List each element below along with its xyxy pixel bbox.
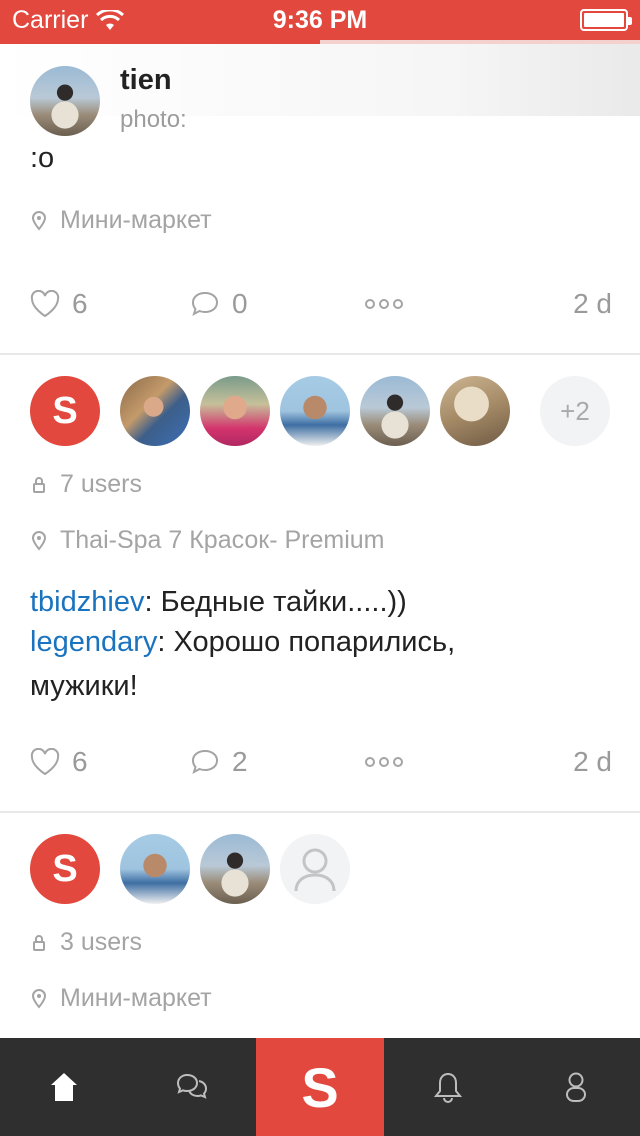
battery-fill — [584, 13, 624, 27]
post-users[interactable]: 7 users — [30, 470, 142, 499]
post-location[interactable]: Thai-Spa 7 Красок- Premium — [30, 526, 385, 555]
location-label: Thai-Spa 7 Красок- Premium — [60, 526, 385, 554]
comment-count: 2 — [232, 746, 248, 777]
lock-icon — [30, 476, 48, 494]
group-logo[interactable]: S — [30, 376, 100, 446]
avatar[interactable] — [200, 834, 270, 904]
chat-message: мужики! — [30, 664, 620, 708]
post-location[interactable]: Мини-маркет — [30, 984, 212, 1013]
chat-icon — [176, 1073, 208, 1099]
avatar[interactable] — [440, 376, 510, 446]
post-username[interactable]: tien — [120, 64, 172, 97]
avatar[interactable] — [200, 376, 270, 446]
avatar[interactable] — [120, 834, 190, 904]
avatar[interactable] — [360, 376, 430, 446]
message-author[interactable]: legendary — [30, 626, 157, 658]
comment-count: 0 — [232, 288, 248, 319]
tab-bar: S — [0, 1038, 640, 1136]
group-logo[interactable]: S — [30, 834, 100, 904]
divider — [0, 811, 640, 813]
user-placeholder-icon — [294, 848, 336, 892]
comment-icon — [191, 749, 219, 775]
like-button[interactable]: 6 — [30, 284, 88, 324]
comment-button[interactable]: 2 — [190, 742, 248, 782]
post-age: 2 d — [573, 746, 612, 777]
status-bar: Carrier 9:36 PM — [0, 0, 640, 40]
message-text: : Хорошо попарились, — [157, 626, 456, 658]
post-actions: 6 2 2 d — [0, 742, 640, 782]
post-location[interactable]: Мини-маркет — [30, 206, 212, 235]
more-icon — [365, 757, 403, 767]
avatar[interactable] — [120, 376, 190, 446]
avatar-placeholder[interactable] — [280, 834, 350, 904]
heart-icon — [30, 290, 60, 318]
chat-message: tbidzhiev: Бедные тайки.....)) — [30, 580, 620, 624]
like-count: 6 — [72, 288, 88, 319]
users-label: 7 users — [60, 470, 142, 498]
lock-icon — [30, 934, 48, 952]
location-label: Мини-маркет — [60, 984, 212, 1012]
tab-home[interactable] — [0, 1038, 128, 1136]
users-label: 3 users — [60, 928, 142, 956]
location-label: Мини-маркет — [60, 206, 212, 234]
tab-main[interactable]: S — [256, 1038, 384, 1136]
like-button[interactable]: 6 — [30, 742, 88, 782]
home-icon — [51, 1073, 77, 1101]
comment-icon — [191, 291, 219, 317]
location-pin-icon — [30, 988, 48, 1009]
location-pin-icon — [30, 210, 48, 231]
more-users-badge[interactable]: +2 — [540, 376, 610, 446]
more-button[interactable] — [364, 284, 404, 324]
more-button[interactable] — [364, 742, 404, 782]
status-time: 9:36 PM — [272, 6, 368, 34]
location-pin-icon — [30, 530, 48, 551]
divider — [0, 353, 640, 355]
tab-profile[interactable] — [512, 1038, 640, 1136]
message-text: мужики! — [30, 670, 138, 702]
tab-notifications[interactable] — [384, 1038, 512, 1136]
message-text: : Бедные тайки.....)) — [144, 586, 407, 618]
profile-icon — [566, 1072, 586, 1102]
more-icon — [365, 299, 403, 309]
avatar[interactable] — [30, 66, 100, 136]
post-age: 2 d — [573, 288, 612, 319]
like-count: 6 — [72, 746, 88, 777]
comment-button[interactable]: 0 — [190, 284, 248, 324]
post-actions: 6 0 2 d — [0, 284, 640, 324]
message-author[interactable]: tbidzhiev — [30, 586, 144, 618]
heart-icon — [30, 748, 60, 776]
post-subtitle: photo: — [120, 106, 187, 133]
post-users[interactable]: 3 users — [30, 928, 142, 957]
tab-chats[interactable] — [128, 1038, 256, 1136]
avatar[interactable] — [280, 376, 350, 446]
bell-icon — [434, 1072, 462, 1103]
battery-icon — [580, 9, 632, 31]
post-text: :o — [30, 142, 55, 174]
chat-message: legendary: Хорошо попарились, — [30, 620, 620, 664]
